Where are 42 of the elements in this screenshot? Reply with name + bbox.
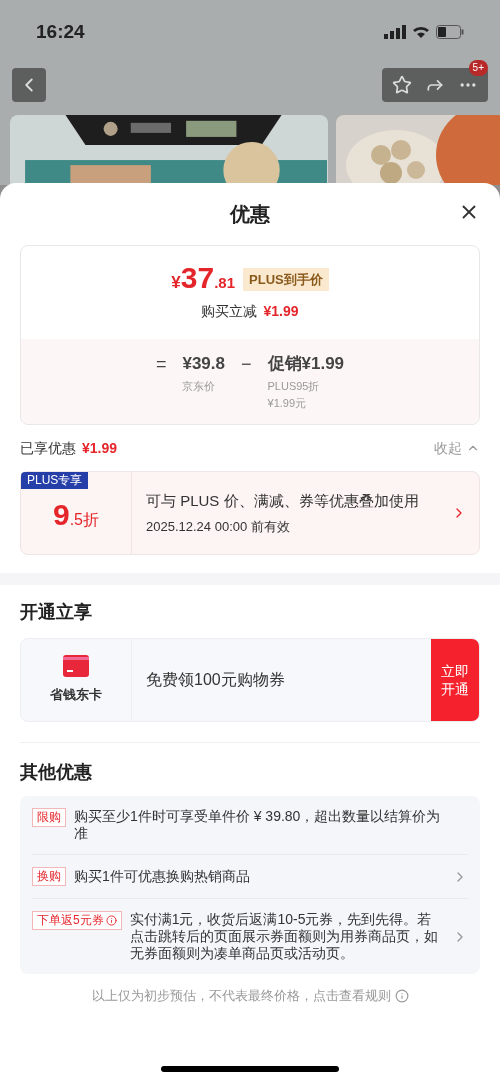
price-note: ¥1.99元 (267, 395, 308, 411)
enjoyed-amount: ¥1.99 (82, 438, 118, 458)
operator: − (241, 353, 252, 376)
enjoyed-label: 已享优惠 (20, 438, 76, 458)
battery-icon (436, 25, 464, 39)
price-term: 促销¥1.99 (267, 353, 345, 375)
price-note: PLUS95折 (267, 378, 321, 394)
activate-button[interactable]: 立即开通 (431, 639, 479, 721)
operator: = (155, 353, 167, 376)
star-icon[interactable] (392, 75, 413, 95)
plus-coupon[interactable]: PLUS专享 9.5折 可与 PLUS 价、满减、券等优惠叠加使用 2025.12.24 00:00 前有效 (20, 471, 480, 555)
info-icon[interactable] (105, 915, 117, 926)
section-heading: 其他优惠 (20, 761, 93, 784)
card-icon (63, 655, 89, 678)
offer-tag: 换购 (32, 867, 66, 886)
status-time: 16:24 (36, 19, 85, 44)
price-term: ¥39.8 (182, 353, 225, 375)
signal-icon (384, 25, 406, 39)
coupon-title: 可与 PLUS 价、满减、券等优惠叠加使用 (146, 491, 420, 511)
offer-tag: 下单返5元券 (32, 911, 122, 930)
sheet-title: 优惠 (230, 202, 270, 227)
reduce-amount: ¥1.99 (263, 302, 299, 322)
collapse-toggle[interactable]: 收起 (434, 437, 480, 459)
price-tag: PLUS到手价 (243, 267, 329, 292)
section-heading: 开通立享 (20, 601, 93, 624)
wifi-icon (412, 25, 430, 39)
coupon-validity: 2025.12.24 00:00 前有效 (146, 517, 291, 536)
card-name: 省钱东卡 (50, 686, 102, 705)
back-button[interactable] (12, 68, 46, 102)
offer-description: 购买至少1件时可享受单件价 ¥ 39.80，超出数量以结算价为准 (74, 808, 442, 842)
plus-badge: PLUS专享 (21, 472, 89, 489)
offer-tag: 限购 (32, 808, 66, 827)
discount-value: 9.5折 (53, 500, 99, 532)
offer-description: 购买1件可优惠换购热销商品 (74, 868, 251, 885)
disclaimer-link[interactable]: 以上仅为初步预估，不代表最终价格，点击查看规则 (91, 986, 391, 1006)
price-note: 京东价 (182, 378, 217, 394)
final-price: ¥37.81 (171, 262, 235, 296)
offer-text: 免费领100元购物券 (146, 670, 285, 690)
notification-badge: 5+ (468, 60, 488, 76)
reduce-label: 购买立减 (201, 302, 258, 322)
info-icon (394, 988, 409, 1003)
offer-description: 实付满1元，收货后返满10-5元券，先到先得。若点击跳转后的页面展示券面额则为用券商品页，如无券面额则为凑单商品页或活动页。 (129, 911, 439, 962)
